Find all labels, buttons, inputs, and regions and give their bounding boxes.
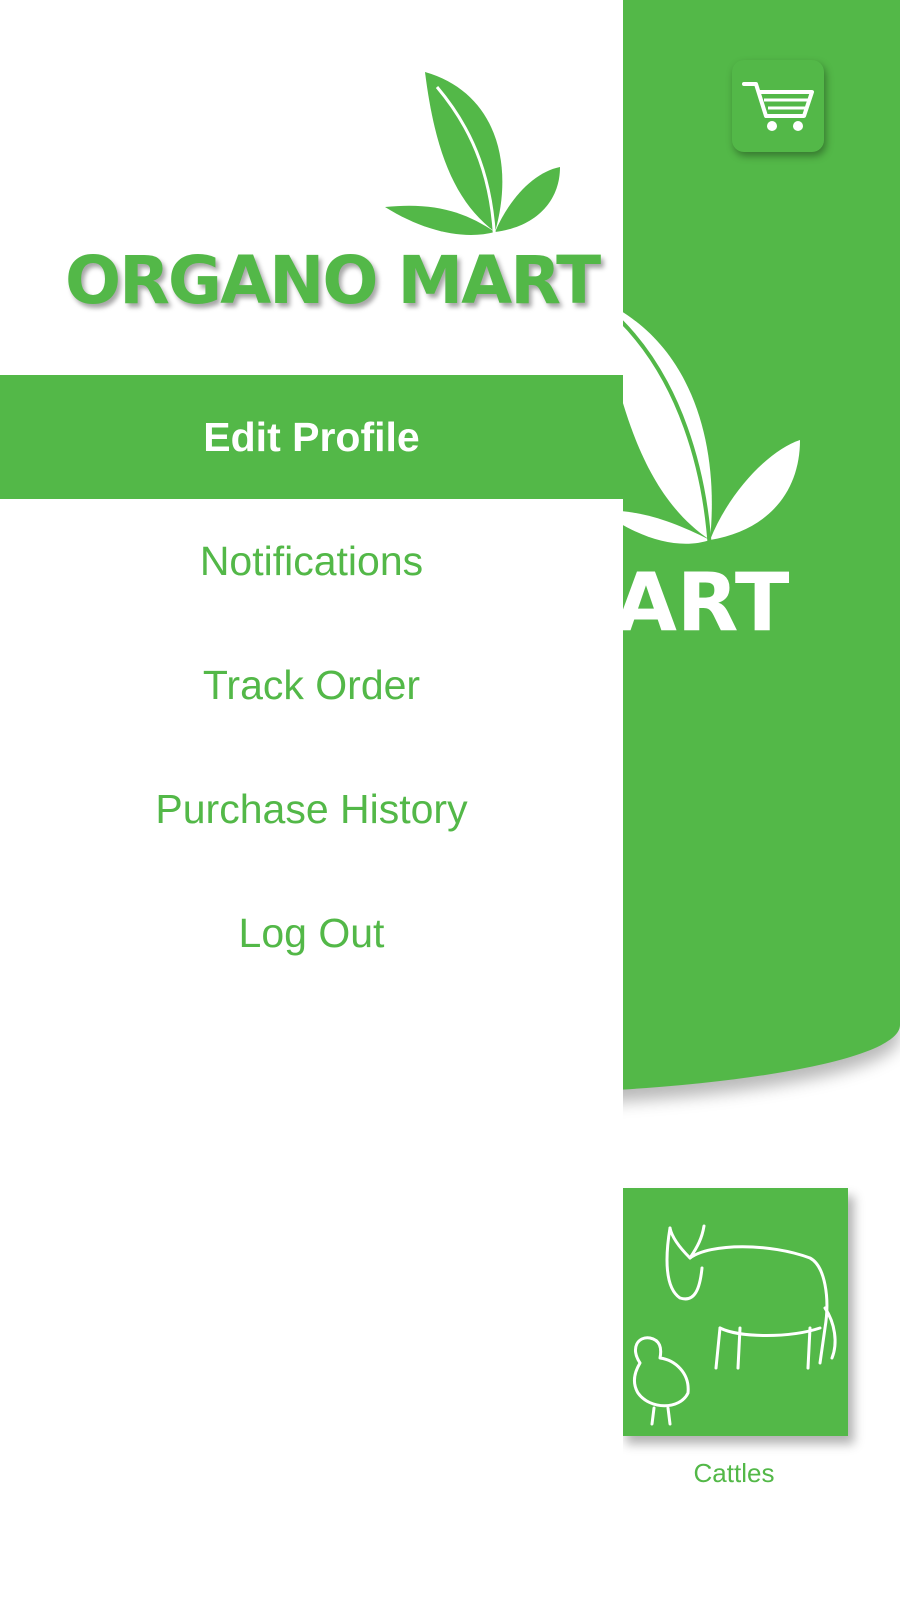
category-label: Cattles [693,1458,775,1488]
menu-item-notifications[interactable]: Notifications [0,499,623,623]
navigation-drawer: ORGANO MART Edit Profile Notifications T… [0,0,623,1600]
menu-item-edit-profile[interactable]: Edit Profile [0,375,623,499]
menu-item-purchase-history[interactable]: Purchase History [0,747,623,871]
cart-button[interactable] [732,60,824,152]
menu-item-log-out[interactable]: Log Out [0,871,623,995]
brand-name: ORGANO MART [65,242,601,319]
cow-and-hen-icon [632,1224,837,1426]
drawer-menu: Edit Profile Notifications Track Order P… [0,375,623,995]
leaf-logo-icon [385,72,560,248]
cart-icon [742,82,814,131]
category-card-cattles[interactable] [620,1188,848,1436]
brand-logo: ORGANO MART [55,62,601,322]
menu-item-track-order[interactable]: Track Order [0,623,623,747]
hero-logo-text: ART [615,556,790,649]
